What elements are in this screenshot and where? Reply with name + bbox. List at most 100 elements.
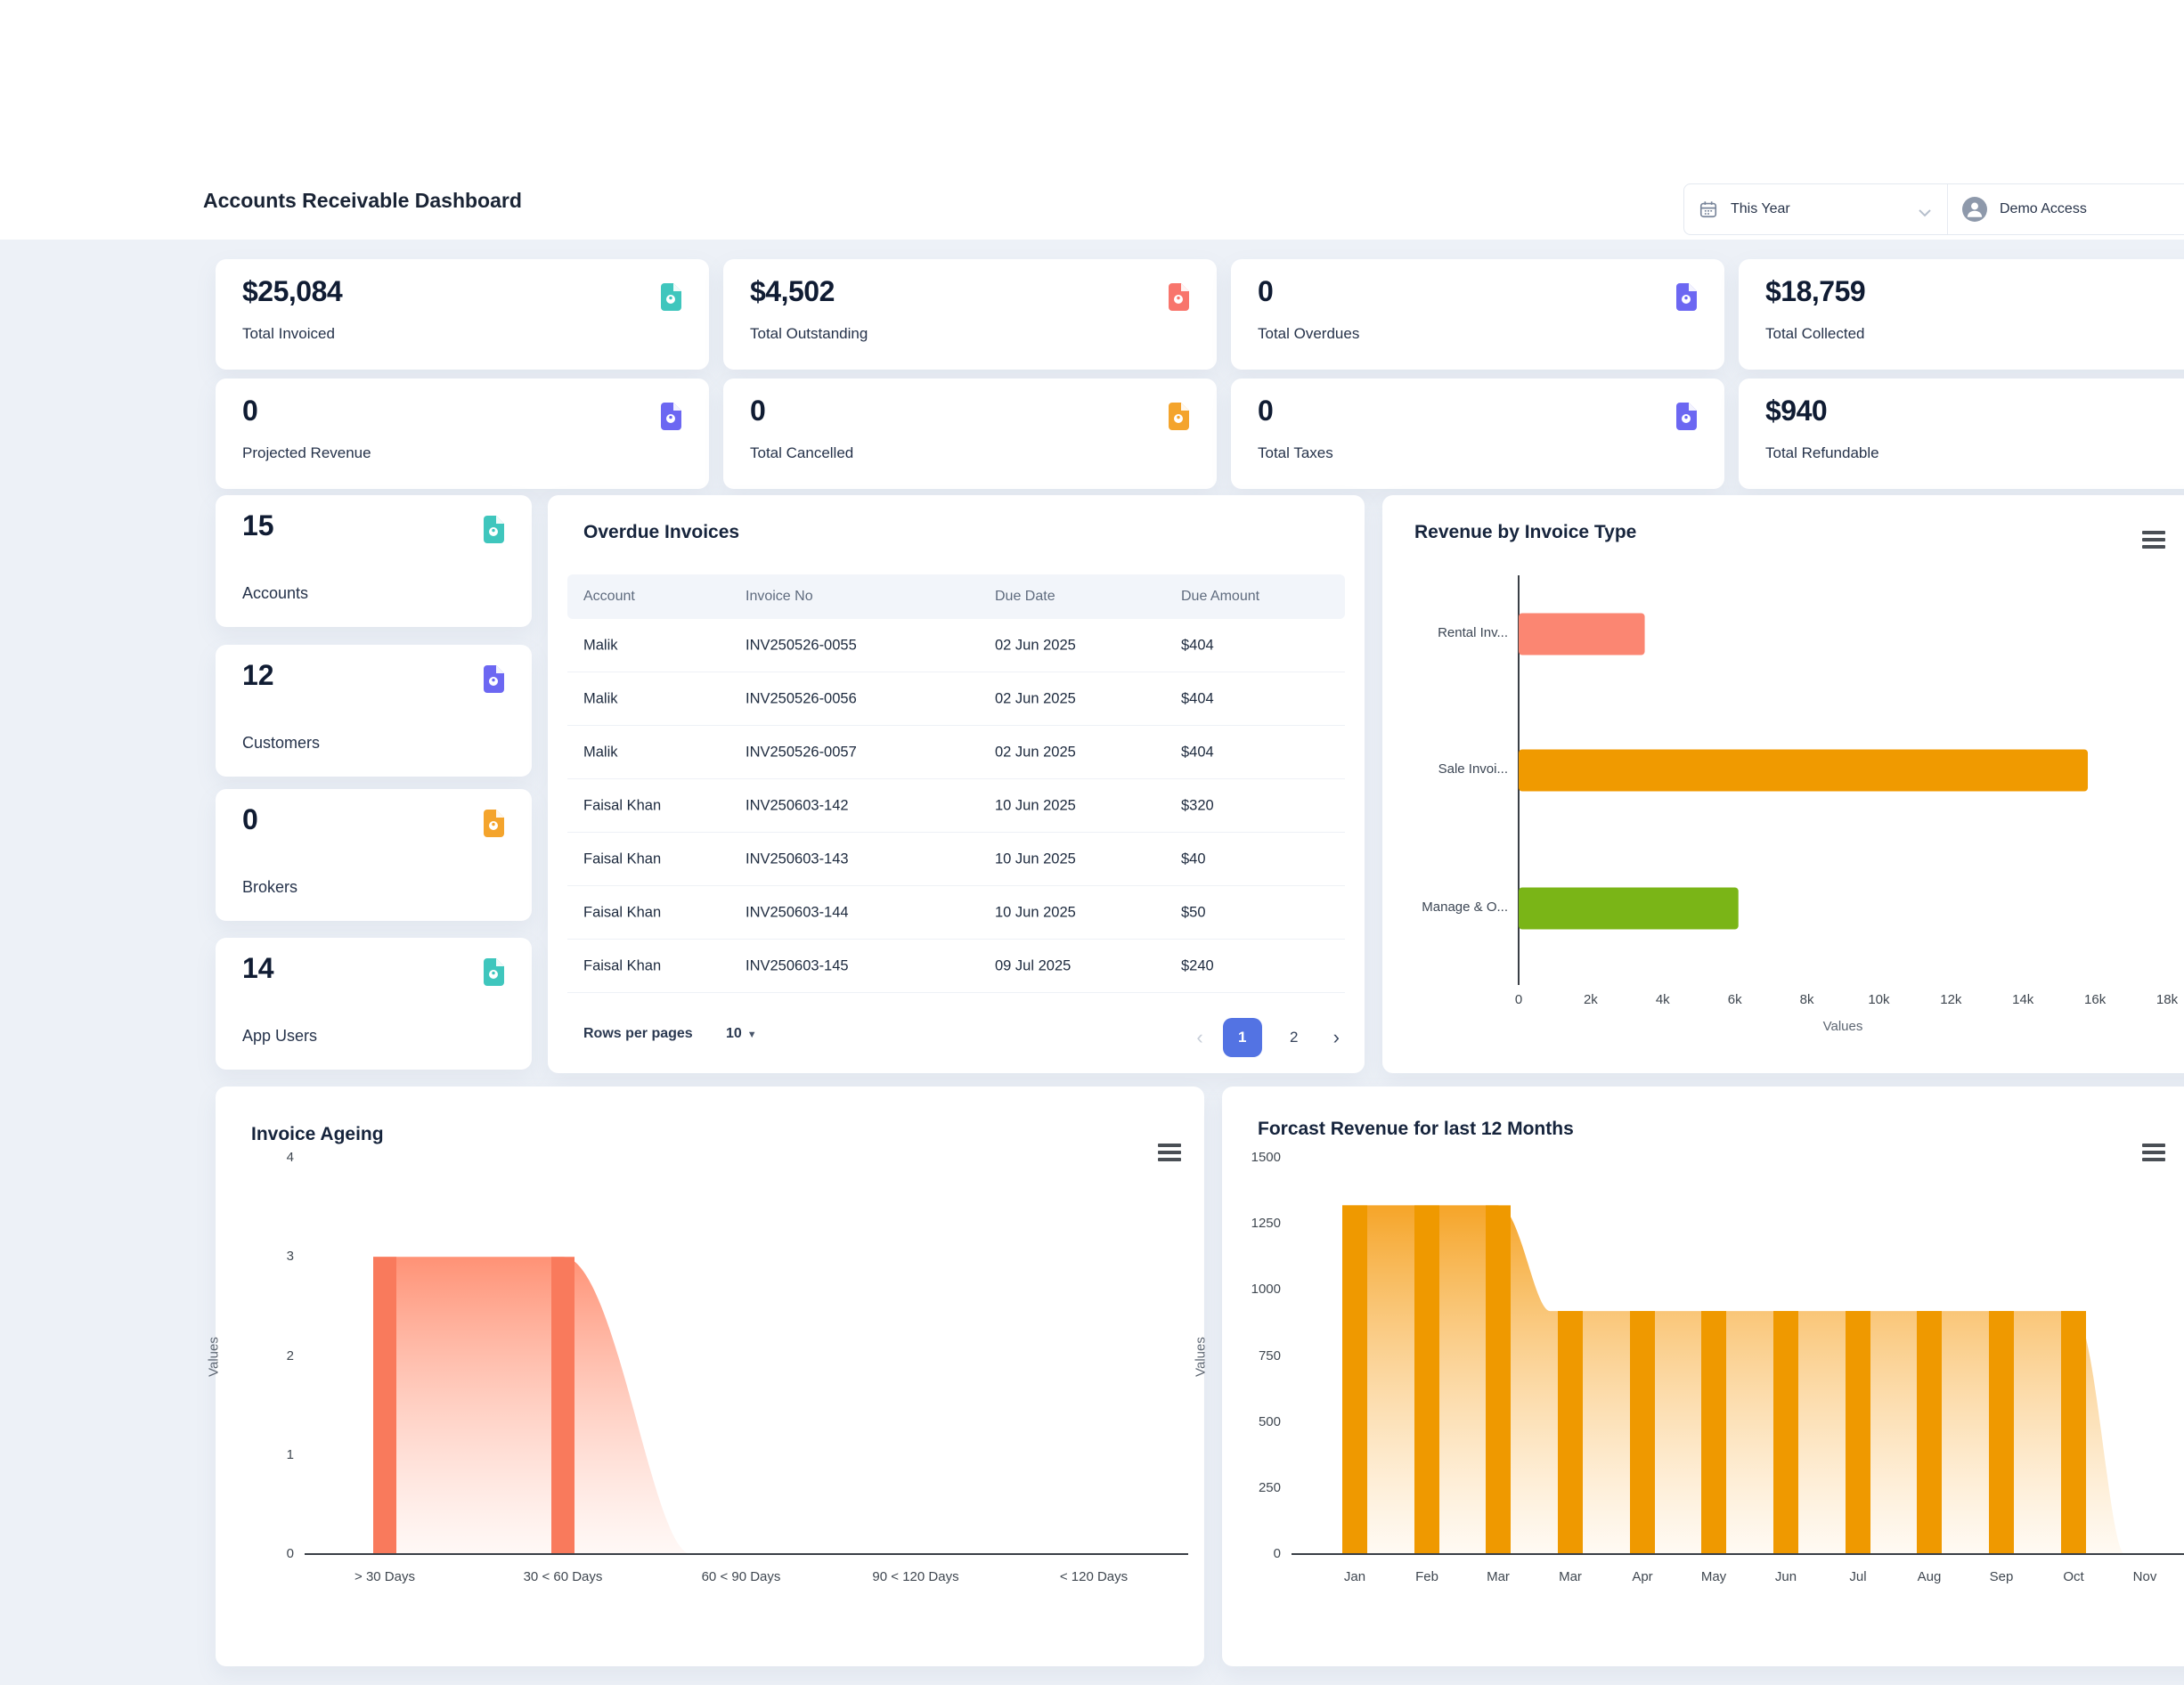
x-tick: 90 < 120 Days (853, 1569, 978, 1584)
invoice-icon (659, 282, 682, 311)
y-axis-title: Values (1194, 1331, 1209, 1384)
invoice-ageing-chart: 01234> 30 Days30 < 60 Days60 < 90 Days90… (216, 1087, 1204, 1666)
stat-label: Brokers (242, 878, 297, 897)
kpi-card-projected-revenue: 0 Projected Revenue (216, 379, 709, 489)
overdue-invoices-title: Overdue Invoices (583, 522, 739, 543)
data-column (1773, 1311, 1798, 1554)
rows-per-page-label: Rows per pages (583, 1026, 693, 1042)
x-tick: 30 < 60 Days (501, 1569, 625, 1584)
x-tick: 14k (1996, 992, 2050, 1007)
y-tick: 2 (240, 1348, 294, 1363)
x-tick: 16k (2068, 992, 2122, 1007)
calendar-icon (1699, 199, 1718, 219)
previous-page-button[interactable]: ‹ (1196, 1018, 1202, 1057)
y-tick: 0 (1227, 1546, 1281, 1561)
y-tick: 3 (240, 1249, 294, 1264)
table-cell: INV250603-143 (746, 851, 849, 867)
revenue-chart: Rental Inv...Sale Invoi...Manage & O...0… (1382, 495, 2184, 1073)
table-cell: $404 (1181, 637, 1214, 654)
x-tick: 2k (1564, 992, 1618, 1007)
table-row[interactable]: MalikINV250526-005702 Jun 2025$404 (567, 726, 1345, 779)
kpi-value: $18,759 (1765, 275, 1865, 308)
table-cell: INV250603-142 (746, 797, 849, 814)
data-column (1846, 1311, 1870, 1554)
kpi-value: $25,084 (242, 275, 342, 308)
invoice-icon (482, 957, 505, 986)
chevron-down-icon (1919, 206, 1931, 222)
kpi-card-total-collected: $18,759 Total Collected (1739, 259, 2184, 370)
kpi-label: Total Overdues (1258, 325, 1359, 343)
x-tick: 60 < 90 Days (679, 1569, 803, 1584)
data-column (373, 1257, 396, 1554)
account-selector-value: Demo Access (2000, 201, 2087, 217)
period-selector[interactable]: This Year (1684, 184, 1947, 234)
kpi-label: Total Outstanding (750, 325, 868, 343)
table-cell: 02 Jun 2025 (995, 637, 1076, 654)
table-cell: 02 Jun 2025 (995, 690, 1076, 707)
table-cell: Malik (583, 744, 618, 761)
y-tick: 500 (1227, 1414, 1281, 1429)
kpi-label: Projected Revenue (242, 444, 371, 462)
kpi-value: 0 (750, 395, 765, 427)
invoice-icon (482, 809, 505, 837)
category-label: Manage & O... (1392, 899, 1508, 915)
account-selector[interactable]: Demo Access (1947, 184, 2184, 234)
kpi-card-total-invoiced: $25,084 Total Invoiced (216, 259, 709, 370)
table-cell: $40 (1181, 851, 1206, 867)
page-title: Accounts Receivable Dashboard (203, 189, 522, 213)
x-tick: 12k (1924, 992, 1977, 1007)
invoice-icon (659, 402, 682, 430)
invoice-icon (482, 515, 505, 543)
table-row[interactable]: Faisal Khan INV250603-143 10 Jun 2025 $40 (567, 833, 1345, 886)
next-page-button[interactable]: › (1333, 1018, 1340, 1057)
kpi-label: Total Cancelled (750, 444, 853, 462)
table-row[interactable]: MalikINV250526-005502 Jun 2025$404 (567, 619, 1345, 672)
table-cell: 10 Jun 2025 (995, 904, 1076, 921)
table-row[interactable]: MalikINV250526-005602 Jun 2025$404 (567, 672, 1345, 726)
kpi-card-total-outstanding: $4,502 Total Outstanding (723, 259, 1217, 370)
page-button-1[interactable]: 1 (1223, 1018, 1262, 1057)
forecast-revenue-chart: 0250500750100012501500JanFebMarMarAprMay… (1222, 1087, 2184, 1666)
table-row[interactable]: Faisal Khan INV250603-145 09 Jul 2025 $240 (567, 940, 1345, 993)
invoice-icon (1167, 282, 1190, 311)
table-cell: Faisal Khan (583, 851, 661, 867)
stat-value: 12 (242, 659, 274, 692)
data-column (1558, 1311, 1583, 1554)
table-cell: 10 Jun 2025 (995, 851, 1076, 867)
data-column (1414, 1205, 1439, 1554)
table-cell: INV250526-0055 (746, 637, 857, 654)
table-cell: Faisal Khan (583, 957, 661, 974)
table-cell: 09 Jul 2025 (995, 957, 1071, 974)
bar-Rental Inv...[interactable] (1519, 614, 1645, 655)
stat-card-accounts: 15 Accounts (216, 495, 532, 627)
y-tick: 4 (240, 1150, 294, 1165)
table-cell: $240 (1181, 957, 1214, 974)
table-cell: INV250526-0056 (746, 690, 857, 707)
stat-value: 15 (242, 509, 274, 542)
data-column (1342, 1205, 1367, 1554)
rows-per-page-select[interactable]: 10▼ (726, 1026, 757, 1042)
table-body: Malik INV250526-0055 02 Jun 2025 $404 Malik I… (567, 619, 1345, 1002)
y-tick: 250 (1227, 1480, 1281, 1495)
table-cell: INV250526-0057 (746, 744, 857, 761)
y-tick: 0 (240, 1546, 294, 1561)
kpi-label: Total Taxes (1258, 444, 1333, 462)
table-row[interactable]: Faisal KhanINV250603-14709 Oct 2025$240 (567, 993, 1345, 1002)
page-button-2[interactable]: 2 (1275, 1018, 1314, 1057)
data-column (1486, 1205, 1511, 1554)
category-label: Sale Invoi... (1392, 761, 1508, 777)
bar-Sale Invoi...[interactable] (1519, 750, 2088, 792)
kpi-value: 0 (242, 395, 257, 427)
kpi-card-total-cancelled: 0 Total Cancelled (723, 379, 1217, 489)
data-column (2061, 1311, 2086, 1554)
table-cell: Faisal Khan (583, 797, 661, 814)
table-cell: Faisal Khan (583, 904, 661, 921)
kpi-label: Total Refundable (1765, 444, 1879, 462)
table-cell: INV250603-145 (746, 957, 849, 974)
table-cell: $50 (1181, 904, 1206, 921)
stat-card-app-users: 14 App Users (216, 938, 532, 1070)
bar-Manage & O...[interactable] (1519, 888, 1739, 930)
table-row[interactable]: Faisal KhanINV250603-14210 Jun 2025$320 (567, 779, 1345, 833)
table-cell: Malik (583, 690, 618, 707)
table-row[interactable]: Faisal KhanINV250603-14410 Jun 2025$50 (567, 886, 1345, 940)
